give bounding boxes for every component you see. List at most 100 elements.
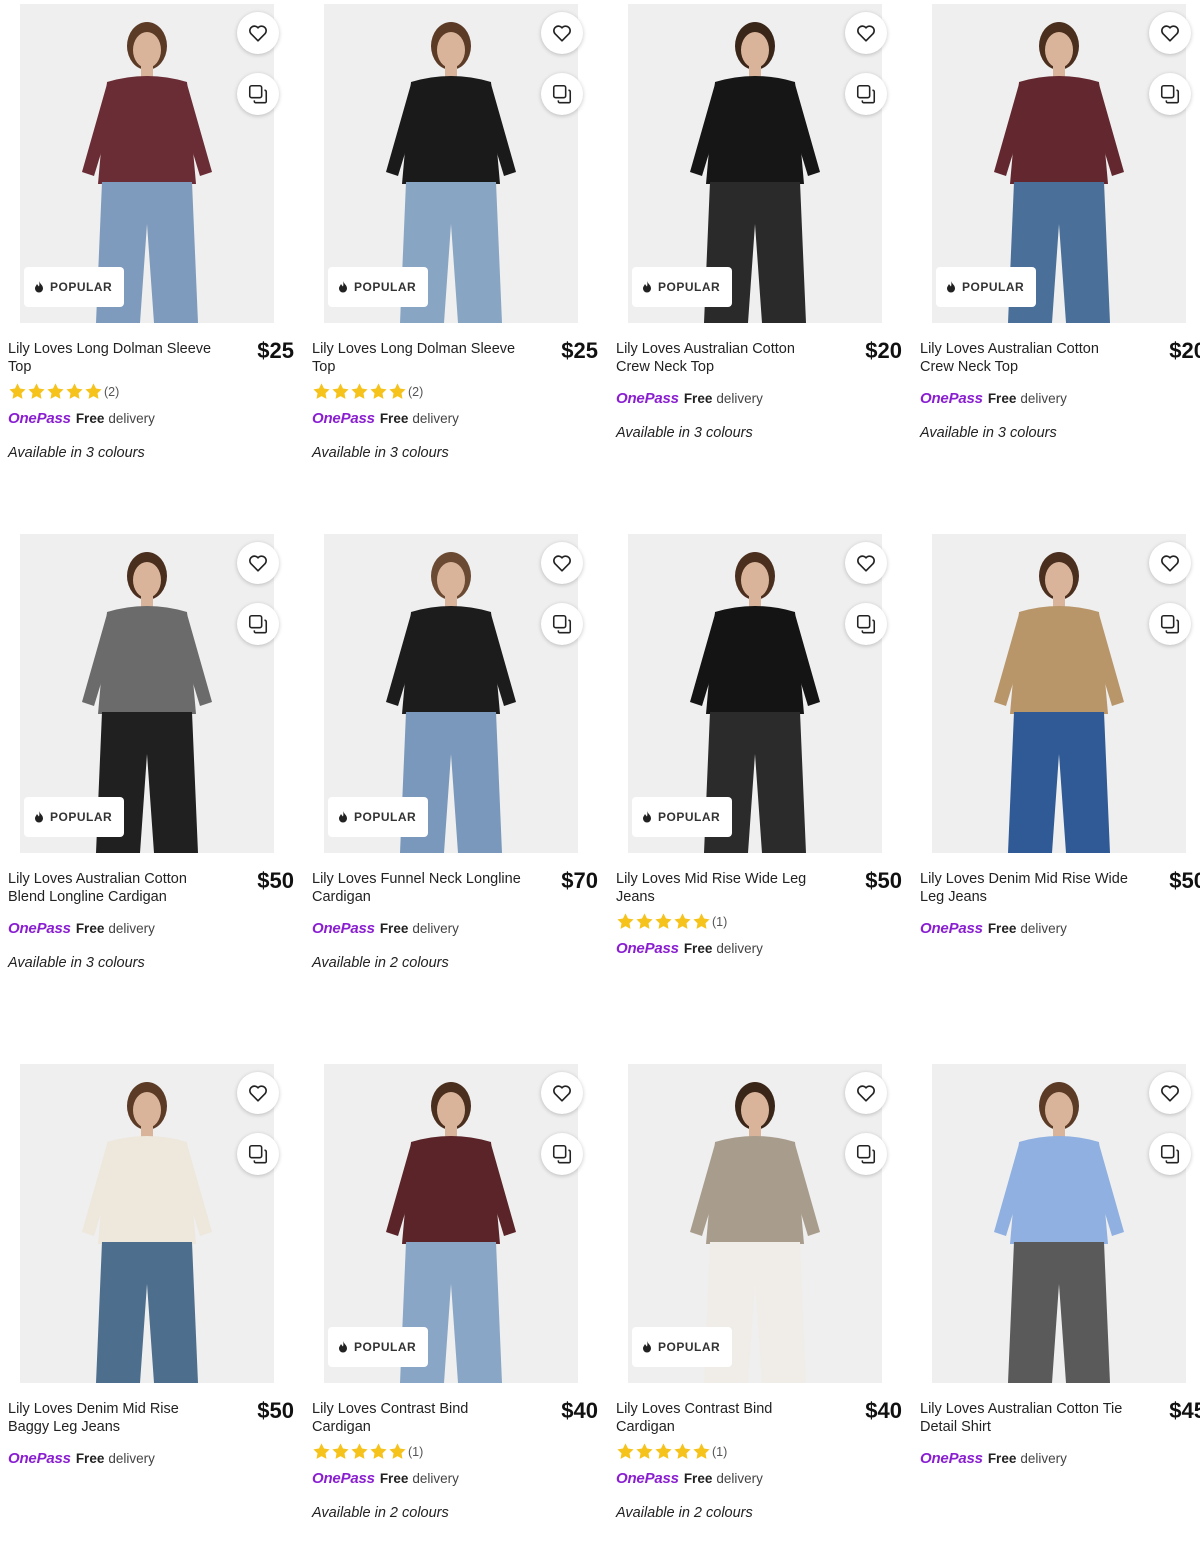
product-card[interactable]: Lily Loves Denim Mid Rise Baggy Leg Jean…	[0, 1060, 298, 1560]
product-title[interactable]: Lily Loves Denim Mid Rise Wide Leg Jeans	[920, 870, 1132, 906]
wishlist-button[interactable]	[541, 12, 583, 54]
product-price: $70	[561, 868, 598, 893]
product-price: $20	[1169, 338, 1200, 363]
compare-button[interactable]	[541, 73, 583, 115]
delivery-label: delivery	[412, 411, 459, 426]
product-price: $40	[865, 1398, 902, 1423]
product-card[interactable]: POPULAR Lily Loves Australian Cotton Blen…	[0, 530, 298, 1030]
product-title[interactable]: Lily Loves Australian Cotton Crew Neck T…	[920, 340, 1132, 376]
popular-label: POPULAR	[50, 280, 113, 294]
free-label: Free	[683, 1471, 713, 1486]
compare-button[interactable]	[237, 603, 279, 645]
flame-icon	[339, 1341, 347, 1353]
product-title[interactable]: Lily Loves Contrast Bind Cardigan	[616, 1400, 828, 1436]
product-card[interactable]: POPULAR Lily Loves Long Dolman Sleeve Top…	[304, 0, 602, 500]
product-image[interactable]	[932, 534, 1186, 853]
onepass-delivery: OnePass Free delivery	[616, 1470, 763, 1487]
product-image[interactable]: POPULAR	[628, 534, 882, 853]
popular-badge: POPULAR	[328, 1327, 429, 1367]
product-image[interactable]: POPULAR	[628, 1064, 882, 1383]
compare-button[interactable]	[541, 1133, 583, 1175]
heart-icon	[857, 25, 875, 42]
product-title[interactable]: Lily Loves Australian Cotton Blend Longl…	[8, 870, 220, 906]
wishlist-button[interactable]	[845, 12, 887, 54]
wishlist-button[interactable]	[237, 1072, 279, 1114]
rating-stars	[616, 1442, 711, 1461]
star-icon	[617, 1443, 634, 1459]
compare-button[interactable]	[1149, 73, 1191, 115]
compare-button[interactable]	[845, 603, 887, 645]
product-rating[interactable]: (1)	[312, 1442, 423, 1461]
product-title[interactable]: Lily Loves Mid Rise Wide Leg Jeans	[616, 870, 828, 906]
heart-icon	[553, 25, 571, 42]
star-icon	[693, 1443, 710, 1459]
product-title[interactable]: Lily Loves Denim Mid Rise Baggy Leg Jean…	[8, 1400, 220, 1436]
available-colours: Available in 2 colours	[616, 1505, 753, 1521]
wishlist-button[interactable]	[541, 1072, 583, 1114]
compare-button[interactable]	[237, 1133, 279, 1175]
model-photo	[994, 552, 1124, 853]
wishlist-button[interactable]	[237, 12, 279, 54]
product-card[interactable]: POPULAR Lily Loves Contrast Bind Cardigan…	[304, 1060, 602, 1560]
star-icon	[85, 383, 102, 399]
product-card[interactable]: Lily Loves Denim Mid Rise Wide Leg Jeans…	[912, 530, 1200, 1030]
flame-icon	[35, 811, 43, 823]
flame-icon	[947, 281, 955, 293]
product-card[interactable]: POPULAR Lily Loves Mid Rise Wide Leg Jean…	[608, 530, 906, 1030]
product-image[interactable]: POPULAR	[20, 534, 274, 853]
product-rating[interactable]: (2)	[8, 382, 119, 401]
product-title[interactable]: Lily Loves Australian Cotton Tie Detail …	[920, 1400, 1132, 1436]
compare-button[interactable]	[541, 603, 583, 645]
rating-stars	[312, 382, 407, 401]
compare-icon	[248, 614, 268, 634]
wishlist-button[interactable]	[541, 542, 583, 584]
wishlist-button[interactable]	[845, 1072, 887, 1114]
product-title[interactable]: Lily Loves Long Dolman Sleeve Top	[8, 340, 220, 376]
product-image[interactable]	[20, 1064, 274, 1383]
wishlist-button[interactable]	[1149, 542, 1191, 584]
product-image[interactable]: POPULAR	[324, 1064, 578, 1383]
product-image[interactable]: POPULAR	[628, 4, 882, 323]
product-image[interactable]: POPULAR	[20, 4, 274, 323]
product-card[interactable]: POPULAR Lily Loves Australian Cotton Crew…	[912, 0, 1200, 500]
wishlist-button[interactable]	[845, 542, 887, 584]
wishlist-button[interactable]	[237, 542, 279, 584]
product-card[interactable]: POPULAR Lily Loves Contrast Bind Cardigan…	[608, 1060, 906, 1560]
onepass-delivery: OnePass Free delivery	[8, 1450, 155, 1467]
product-card[interactable]: POPULAR Lily Loves Funnel Neck Longline C…	[304, 530, 602, 1030]
product-card[interactable]: POPULAR Lily Loves Australian Cotton Crew…	[608, 0, 906, 500]
delivery-label: delivery	[412, 1471, 459, 1486]
wishlist-button[interactable]	[1149, 12, 1191, 54]
compare-button[interactable]	[1149, 1133, 1191, 1175]
compare-button[interactable]	[845, 1133, 887, 1175]
product-title[interactable]: Lily Loves Australian Cotton Crew Neck T…	[616, 340, 828, 376]
product-rating[interactable]: (1)	[616, 912, 727, 931]
star-icon	[332, 1443, 349, 1459]
delivery-label: delivery	[108, 921, 155, 936]
product-rating[interactable]: (1)	[616, 1442, 727, 1461]
star-icon	[370, 383, 387, 399]
onepass-delivery: OnePass Free delivery	[312, 410, 459, 427]
product-card[interactable]: Lily Loves Australian Cotton Tie Detail …	[912, 1060, 1200, 1560]
product-image[interactable]	[932, 1064, 1186, 1383]
product-rating[interactable]: (2)	[312, 382, 423, 401]
compare-button[interactable]	[237, 73, 279, 115]
heart-icon	[1161, 555, 1179, 572]
star-icon	[389, 383, 406, 399]
model-photo	[82, 1082, 212, 1383]
star-icon	[655, 913, 672, 929]
product-image[interactable]: POPULAR	[324, 4, 578, 323]
onepass-delivery: OnePass Free delivery	[312, 920, 459, 937]
rating-count: (1)	[408, 1444, 424, 1459]
product-title[interactable]: Lily Loves Funnel Neck Longline Cardigan	[312, 870, 524, 906]
onepass-logo: OnePass	[312, 410, 375, 427]
compare-button[interactable]	[845, 73, 887, 115]
product-card[interactable]: POPULAR Lily Loves Long Dolman Sleeve Top…	[0, 0, 298, 500]
wishlist-button[interactable]	[1149, 1072, 1191, 1114]
product-image[interactable]: POPULAR	[932, 4, 1186, 323]
product-title[interactable]: Lily Loves Contrast Bind Cardigan	[312, 1400, 524, 1436]
compare-button[interactable]	[1149, 603, 1191, 645]
product-title[interactable]: Lily Loves Long Dolman Sleeve Top	[312, 340, 524, 376]
product-image[interactable]: POPULAR	[324, 534, 578, 853]
popular-label: POPULAR	[354, 810, 417, 824]
